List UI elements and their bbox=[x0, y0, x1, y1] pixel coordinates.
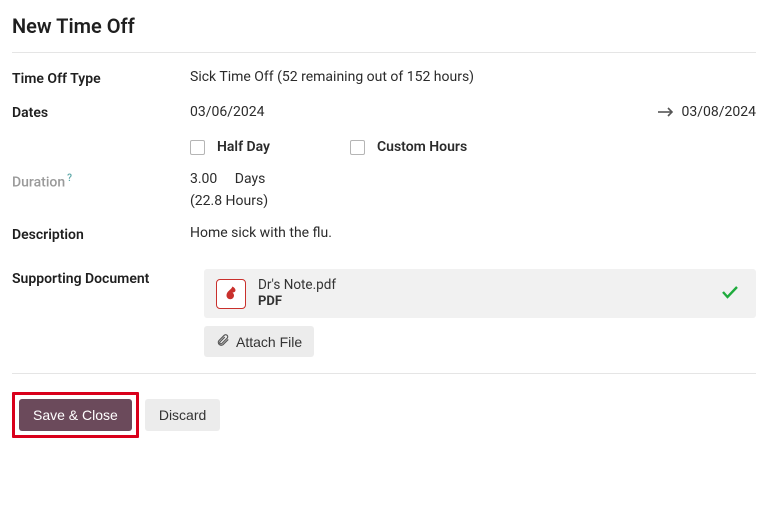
start-date-field[interactable]: 03/06/2024 bbox=[190, 104, 265, 120]
paperclip-icon bbox=[216, 333, 230, 350]
description-field[interactable]: Home sick with the flu. bbox=[190, 225, 756, 241]
file-type: PDF bbox=[258, 294, 710, 310]
pdf-icon bbox=[216, 279, 246, 309]
label-dates: Dates bbox=[12, 103, 190, 121]
save-button-highlight: Save & Close bbox=[12, 392, 139, 438]
file-name: Dr's Note.pdf bbox=[258, 277, 710, 294]
label-time-off-type: Time Off Type bbox=[12, 69, 190, 87]
half-day-label: Half Day bbox=[217, 139, 270, 155]
check-icon bbox=[722, 284, 738, 303]
half-day-checkbox[interactable]: Half Day bbox=[190, 139, 270, 155]
label-supporting-document: Supporting Document bbox=[12, 269, 204, 287]
custom-hours-checkbox[interactable]: Custom Hours bbox=[350, 139, 467, 155]
label-description: Description bbox=[12, 225, 190, 243]
attach-file-label: Attach File bbox=[236, 334, 302, 350]
time-off-type-value[interactable]: Sick Time Off (52 remaining out of 152 h… bbox=[190, 69, 756, 85]
discard-button[interactable]: Discard bbox=[145, 399, 220, 431]
file-attachment[interactable]: Dr's Note.pdf PDF bbox=[204, 269, 756, 318]
attach-file-button[interactable]: Attach File bbox=[204, 326, 314, 357]
checkbox-icon bbox=[190, 140, 205, 155]
duration-unit: Days bbox=[235, 171, 266, 187]
help-icon[interactable]: ? bbox=[67, 173, 72, 184]
label-duration: Duration? bbox=[12, 171, 190, 191]
arrow-right-icon bbox=[658, 103, 674, 121]
page-title: New Time Off bbox=[12, 8, 756, 53]
save-and-close-button[interactable]: Save & Close bbox=[19, 399, 132, 431]
duration-value: 3.00 bbox=[190, 171, 217, 187]
end-date-field[interactable]: 03/08/2024 bbox=[682, 104, 757, 120]
duration-hours: (22.8 Hours) bbox=[190, 193, 756, 209]
custom-hours-label: Custom Hours bbox=[377, 139, 467, 155]
checkbox-icon bbox=[350, 140, 365, 155]
